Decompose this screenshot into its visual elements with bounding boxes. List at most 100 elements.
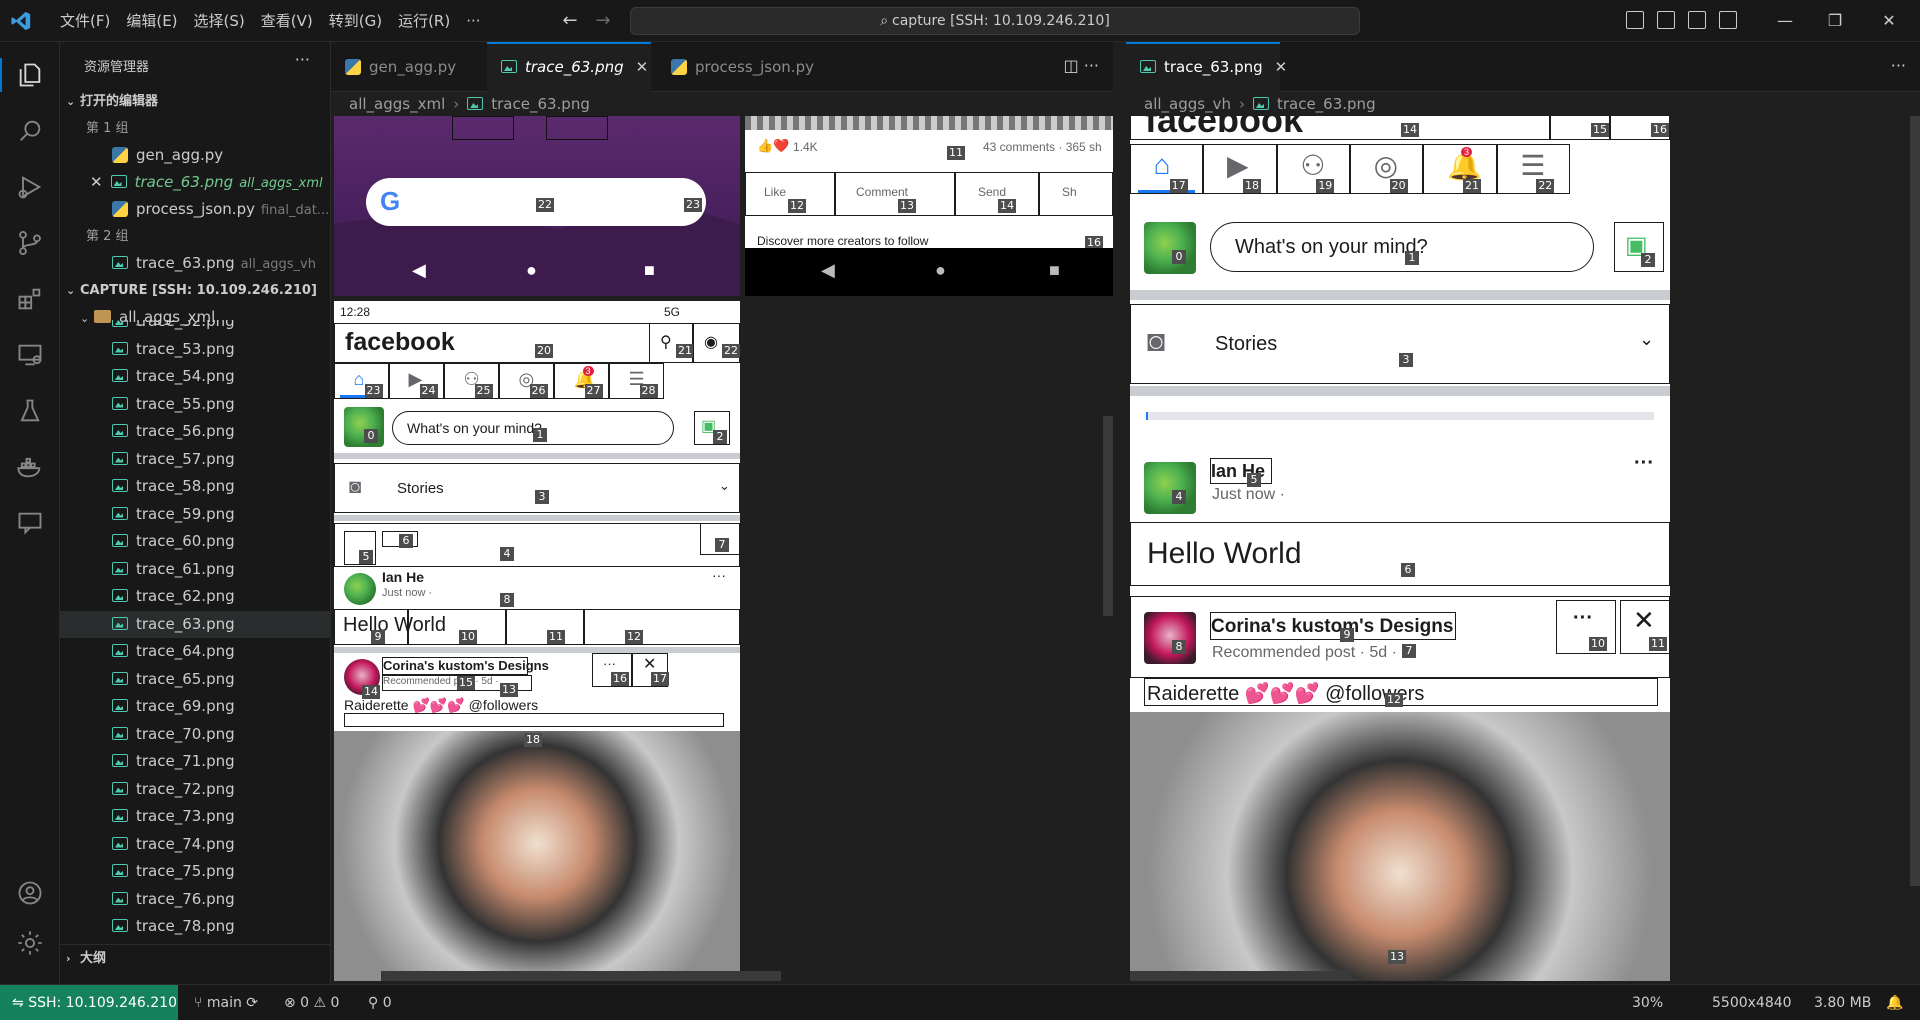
- back-arrow-icon[interactable]: ←: [559, 10, 581, 32]
- file-item[interactable]: trace_59.png: [60, 501, 330, 528]
- image-viewer-2[interactable]: facebook 14 15 16 ⌂ 17 ▶ 18 ⚇ 19 ◎ 20 🔔 3 21 ☰ 22 0 …: [1126, 116, 1920, 981]
- chat-icon[interactable]: [0, 498, 60, 548]
- testing-icon[interactable]: [0, 386, 60, 436]
- close-tab-icon[interactable]: ✕: [636, 58, 649, 76]
- file-name: trace_56.png: [136, 422, 235, 440]
- docker-icon[interactable]: [0, 442, 60, 492]
- image-file-icon: [112, 341, 128, 355]
- share-button-box: Sh: [1039, 172, 1113, 216]
- command-center[interactable]: ⌕ capture [SSH: 10.109.246.210]: [630, 7, 1360, 35]
- tab-process-json[interactable]: process_json.py: [657, 42, 827, 92]
- toggle-primary-sidebar-icon[interactable]: [1626, 11, 1644, 29]
- image-size: 3.80 MB: [1814, 995, 1872, 1011]
- open-editor-item[interactable]: process_json.py final_dat...: [60, 196, 330, 223]
- workspace-section[interactable]: ⌄ CAPTURE [SSH: 10.109.246.210]: [60, 277, 330, 304]
- file-item[interactable]: trace_78.png: [60, 913, 330, 940]
- file-name: trace_62.png: [136, 587, 235, 605]
- breadcrumb-file[interactable]: trace_63.png: [1277, 95, 1376, 113]
- outline-section[interactable]: › 大纲: [60, 944, 330, 971]
- menu-run[interactable]: 运行(R): [390, 7, 458, 35]
- breadcrumb-folder[interactable]: all_aggs_xml: [349, 95, 445, 113]
- close-window-button[interactable]: ✕: [1878, 10, 1900, 32]
- file-item[interactable]: trace_62.png: [60, 583, 330, 610]
- explorer-icon[interactable]: [0, 50, 60, 100]
- file-item[interactable]: trace_52.png: [60, 320, 330, 335]
- run-debug-icon[interactable]: [0, 162, 60, 212]
- file-item[interactable]: trace_61.png: [60, 556, 330, 583]
- nav-friends-box: ⚇ 19: [1276, 144, 1350, 194]
- vertical-scrollbar[interactable]: [1910, 116, 1920, 886]
- file-item[interactable]: trace_55.png: [60, 391, 330, 418]
- horizontal-scrollbar[interactable]: [1130, 971, 1350, 981]
- file-item[interactable]: trace_64.png: [60, 638, 330, 665]
- extensions-icon[interactable]: [0, 274, 60, 324]
- horizontal-scrollbar[interactable]: [381, 971, 781, 981]
- search-box: 15: [1550, 116, 1610, 140]
- file-item[interactable]: trace_54.png: [60, 363, 330, 390]
- menu-edit[interactable]: 编辑(E): [118, 7, 185, 35]
- file-item[interactable]: trace_56.png: [60, 418, 330, 445]
- image-viewer-1[interactable]: G 22 23 ◀ ● ■ 👍❤️ 1.4K 11 43 comments · …: [331, 116, 1113, 981]
- branch-indicator[interactable]: ⑂ main ⟳: [194, 985, 258, 1020]
- editor1-actions[interactable]: ◫ ···: [1064, 56, 1099, 75]
- file-item[interactable]: trace_53.png: [60, 336, 330, 363]
- search-icon[interactable]: [0, 106, 60, 156]
- bbox-label: 21: [1462, 179, 1481, 193]
- open-editor-item[interactable]: gen_agg.py: [60, 142, 330, 169]
- more-options-icon: ···: [1573, 607, 1593, 629]
- file-item[interactable]: trace_65.png: [60, 666, 330, 693]
- forward-arrow-icon[interactable]: →: [592, 10, 614, 32]
- breadcrumb-folder[interactable]: all_aggs_vh: [1144, 95, 1231, 113]
- menu-more[interactable]: ···: [458, 7, 488, 35]
- menu-file[interactable]: 文件(F): [52, 7, 118, 35]
- notifications-bell-icon[interactable]: 🔔: [1886, 985, 1903, 1020]
- menu-selection[interactable]: 选择(S): [186, 7, 253, 35]
- toggle-panel-icon[interactable]: [1657, 11, 1675, 29]
- file-item[interactable]: trace_58.png: [60, 473, 330, 500]
- zoom-level[interactable]: 30%: [1632, 985, 1663, 1020]
- source-control-icon[interactable]: [0, 218, 60, 268]
- breadcrumb: all_aggs_vh › trace_63.png: [1126, 92, 1920, 116]
- file-item[interactable]: trace_74.png: [60, 831, 330, 858]
- toggle-secondary-sidebar-icon[interactable]: [1688, 11, 1706, 29]
- open-editor-item[interactable]: trace_63.png all_aggs_vh: [60, 250, 330, 277]
- menu-go[interactable]: 转到(G): [321, 7, 390, 35]
- settings-gear-icon[interactable]: [0, 918, 60, 968]
- breadcrumb-file[interactable]: trace_63.png: [491, 95, 590, 113]
- file-item[interactable]: trace_75.png: [60, 858, 330, 885]
- file-item[interactable]: trace_57.png: [60, 446, 330, 473]
- file-item[interactable]: trace_70.png: [60, 721, 330, 748]
- file-item[interactable]: trace_73.png: [60, 803, 330, 830]
- account-icon[interactable]: [0, 868, 60, 918]
- bbox-label: 3: [1399, 353, 1413, 367]
- close-icon[interactable]: ✕: [90, 173, 103, 191]
- file-item[interactable]: trace_71.png: [60, 748, 330, 775]
- bbox-label: 10: [1589, 637, 1607, 651]
- remote-indicator[interactable]: ⇋ SSH: 10.109.246.210: [0, 985, 178, 1020]
- minimize-button[interactable]: —: [1774, 10, 1796, 32]
- file-item[interactable]: trace_60.png: [60, 528, 330, 555]
- customize-layout-icon[interactable]: [1719, 11, 1737, 29]
- tab-trace-63-vh[interactable]: trace_63.png ✕: [1126, 42, 1287, 92]
- open-editors-section[interactable]: ⌄ 打开的编辑器: [60, 88, 330, 115]
- file-item[interactable]: trace_72.png: [60, 776, 330, 803]
- remote-explorer-icon[interactable]: [0, 330, 60, 380]
- file-item[interactable]: trace_63.png: [60, 610, 330, 638]
- menu-view[interactable]: 查看(V): [253, 7, 321, 35]
- tab-trace-63[interactable]: trace_63.png ✕: [487, 42, 651, 92]
- explorer-more-button[interactable]: ···: [295, 50, 310, 69]
- bbox-label: 23: [364, 384, 383, 398]
- problems-indicator[interactable]: ⊗ 0 ⚠ 0: [284, 985, 339, 1020]
- recommended-text: Recommended post · 5d ·: [383, 676, 499, 687]
- editor2-actions[interactable]: ···: [1891, 56, 1906, 75]
- maximize-button[interactable]: ❐: [1824, 10, 1846, 32]
- ports-indicator[interactable]: ⚲ 0: [368, 985, 392, 1020]
- tab-gen-agg[interactable]: gen_agg.py: [331, 42, 479, 92]
- open-editor-item[interactable]: ✕ trace_63.png all_aggs_xml: [60, 169, 330, 196]
- close-tab-icon[interactable]: ✕: [1275, 58, 1288, 76]
- post-text: Hello World: [1147, 537, 1302, 570]
- file-item[interactable]: trace_69.png: [60, 693, 330, 720]
- vertical-scrollbar[interactable]: [1103, 416, 1113, 616]
- file-item[interactable]: trace_76.png: [60, 886, 330, 913]
- bbox-label: 18: [1242, 179, 1261, 193]
